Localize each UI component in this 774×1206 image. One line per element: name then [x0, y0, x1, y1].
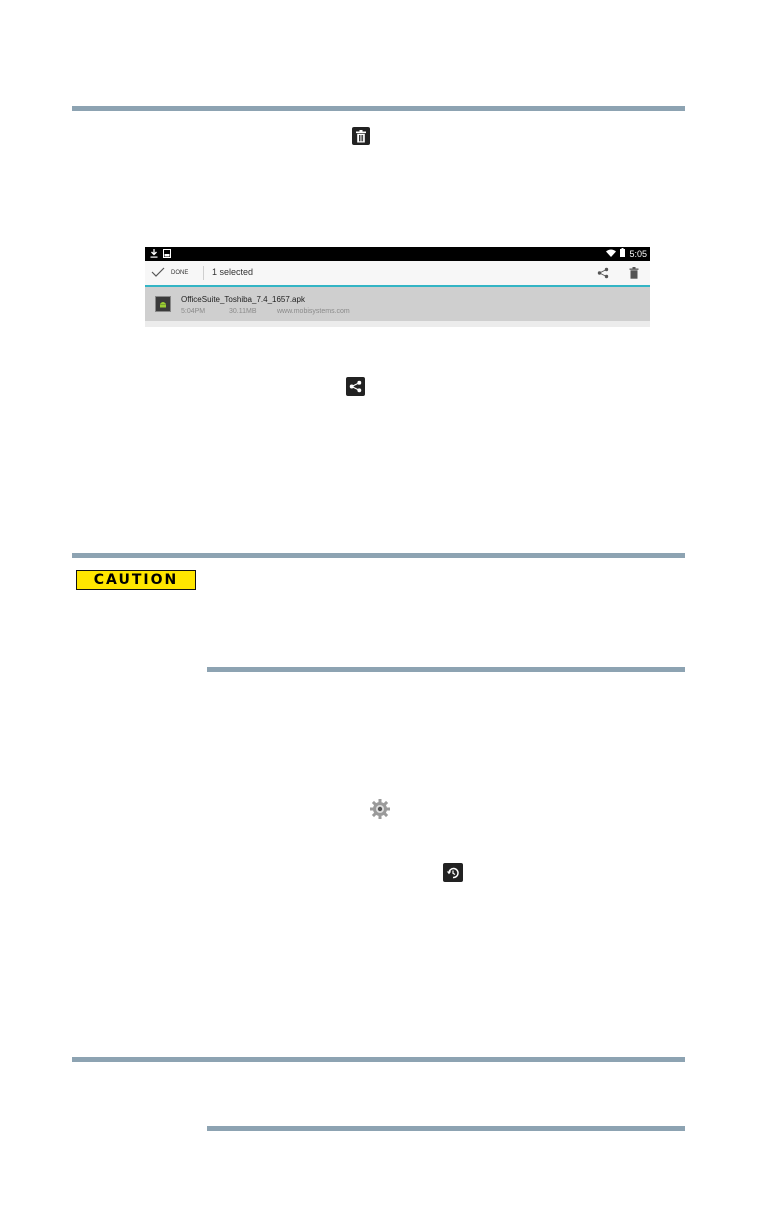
settings-gear-icon — [369, 798, 391, 820]
trash-icon — [352, 127, 370, 145]
share-button[interactable] — [597, 266, 609, 284]
file-name: OfficeSuite_Toshiba_7.4_1657.apk — [181, 295, 305, 304]
action-bar-divider — [203, 266, 204, 280]
file-source: www.mobisystems.com — [277, 308, 350, 315]
download-list-item[interactable]: OfficeSuite_Toshiba_7.4_1657.apk 5:04PM … — [145, 287, 650, 321]
share-icon — [597, 267, 609, 279]
share-icon — [346, 377, 365, 396]
wifi-icon — [606, 249, 617, 259]
done-button[interactable]: DONE — [151, 264, 188, 282]
status-bar: 5:05 — [145, 247, 650, 261]
restore-icon — [443, 863, 463, 882]
download-status-icon — [150, 249, 158, 260]
android-apk-icon — [155, 296, 171, 312]
checkmark-icon — [151, 267, 165, 279]
done-label: DONE — [171, 270, 189, 276]
section-rule-top — [72, 106, 685, 111]
trash-icon — [629, 267, 639, 279]
caution-badge: CAUTION — [76, 570, 196, 590]
delete-button[interactable] — [629, 266, 639, 284]
battery-icon — [620, 248, 626, 259]
selected-count: 1 selected — [212, 267, 254, 277]
image-notification-icon — [163, 249, 171, 260]
section-rule-caution-bottom — [207, 667, 685, 672]
file-time: 5:04PM — [181, 308, 206, 315]
section-rule-note-top — [72, 1057, 685, 1062]
download-manager-screenshot: 5:05 DONE 1 selected OfficeSuite_Toshiba… — [145, 247, 650, 327]
file-size: 30.11MB — [229, 308, 257, 315]
selection-action-bar: DONE 1 selected — [145, 261, 650, 287]
status-time: 5:05 — [629, 248, 647, 259]
section-rule-caution-top — [72, 553, 685, 558]
section-rule-note-bottom — [207, 1126, 685, 1131]
